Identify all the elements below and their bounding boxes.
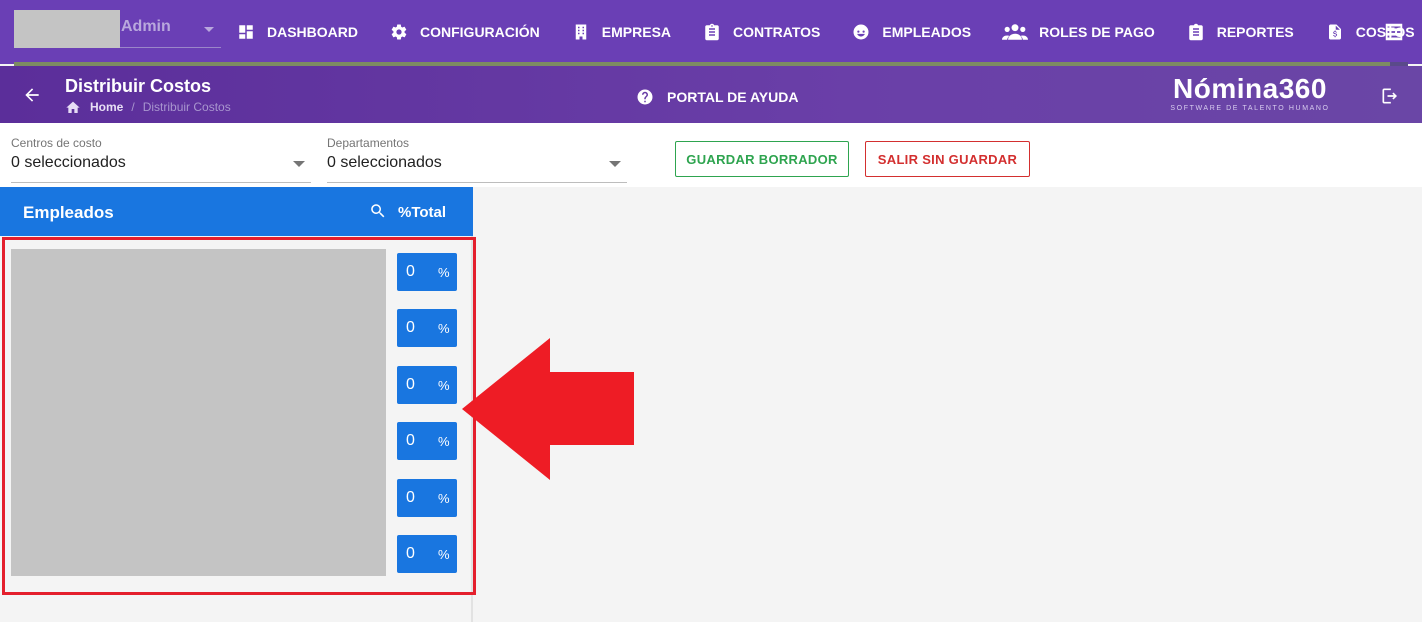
save-draft-button[interactable]: GUARDAR BORRADOR (675, 141, 849, 177)
breadcrumb-current: Distribuir Costos (142, 100, 231, 114)
nav-label: REPORTES (1216, 24, 1294, 40)
filter-bar: Centros de costo 0 seleccionados Departa… (0, 123, 1422, 187)
nav-label: CONTRATOS (733, 24, 821, 40)
chevron-down-icon (293, 161, 305, 167)
user-menu[interactable]: Admin (14, 10, 221, 48)
page-title: Distribuir Costos (65, 76, 212, 96)
gear-icon (389, 22, 409, 42)
brand-tagline: SOFTWARE DE TALENTO HUMANO (1170, 105, 1330, 112)
department-label: Departamentos (327, 136, 410, 150)
nav-item-configuracion[interactable]: CONFIGURACIÓN (389, 0, 540, 64)
brand-name: Nómina360 (1173, 73, 1327, 104)
exit-without-saving-button[interactable]: SALIR SIN GUARDAR (865, 141, 1030, 177)
department-value: 0 seleccionados (327, 154, 442, 171)
total-percent-label: %Total (398, 204, 447, 221)
search-icon[interactable] (369, 202, 387, 220)
help-label: PORTAL DE AYUDA (667, 89, 799, 105)
nav-label: CONFIGURACIÓN (420, 24, 540, 40)
page-header: Distribuir Costos Home / Distribuir Cost… (0, 66, 1422, 123)
top-navbar: Admin DASHBOARD CONFIGURACIÓN EMPRESA CO… (0, 0, 1422, 64)
nav-label: DASHBOARD (267, 24, 358, 40)
main-nav: DASHBOARD CONFIGURACIÓN EMPRESA CONTRATO… (236, 0, 1422, 64)
back-arrow-icon[interactable] (22, 85, 42, 105)
home-icon (65, 100, 81, 114)
logout-icon[interactable] (1380, 86, 1400, 106)
highlight-annotation-box (2, 237, 476, 595)
employees-panel-header: Empleados %Total (0, 187, 473, 236)
nav-label: ROLES DE PAGO (1039, 24, 1155, 40)
chevron-down-icon (204, 27, 214, 32)
nav-label: EMPLEADOS (882, 24, 972, 40)
nav-item-dashboard[interactable]: DASHBOARD (236, 0, 358, 64)
chevron-down-icon (609, 161, 621, 167)
avatar (14, 10, 120, 48)
red-arrow-annotation (462, 338, 634, 480)
breadcrumb-separator: / (131, 100, 135, 114)
nav-item-contratos[interactable]: CONTRATOS (702, 0, 820, 64)
nav-item-reportes[interactable]: REPORTES (1186, 0, 1294, 64)
people-icon (1002, 22, 1029, 42)
nav-item-roles-de-pago[interactable]: ROLES DE PAGO (1002, 0, 1155, 64)
invoice-icon (1325, 22, 1345, 42)
face-icon (851, 22, 871, 42)
help-portal-link[interactable]: PORTAL DE AYUDA (636, 88, 798, 106)
breadcrumb: Home / Distribuir Costos (65, 100, 231, 114)
nav-label: EMPRESA (601, 24, 672, 40)
report-icon (1186, 22, 1206, 42)
breadcrumb-home[interactable]: Home (90, 100, 123, 114)
user-name: Admin (121, 18, 171, 35)
cost-center-select[interactable]: Centros de costo 0 seleccionados (11, 135, 311, 183)
brand-logo: Nómina360 SOFTWARE DE TALENTO HUMANO (1160, 73, 1340, 113)
building-icon (571, 22, 591, 42)
help-icon (636, 88, 654, 106)
nav-item-empresa[interactable]: EMPRESA (571, 0, 671, 64)
clipboard-icon (702, 22, 722, 42)
dashboard-icon (236, 22, 256, 42)
department-select[interactable]: Departamentos 0 seleccionados (327, 135, 627, 183)
list-icon[interactable] (1383, 21, 1405, 43)
employees-panel-title: Empleados (23, 203, 114, 222)
cost-center-label: Centros de costo (11, 136, 102, 150)
nav-item-empleados[interactable]: EMPLEADOS (851, 0, 971, 64)
cost-center-value: 0 seleccionados (11, 154, 126, 171)
